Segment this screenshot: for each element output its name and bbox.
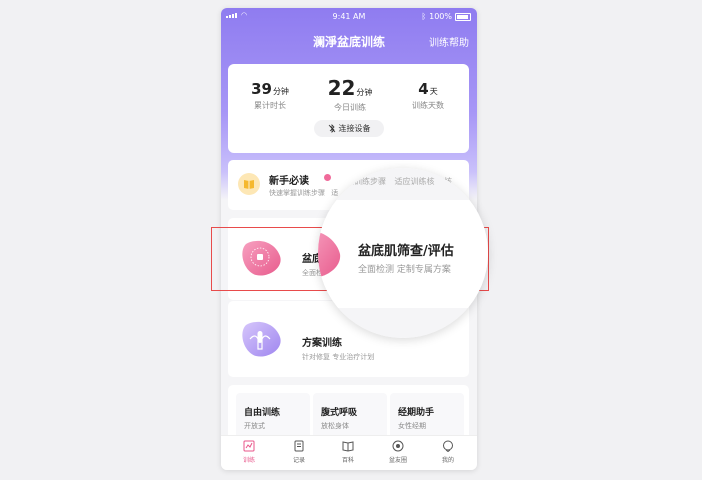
magnifier-background: 握训练步骤 适应训练核 [318,168,488,200]
battery-icon [455,12,471,21]
stat-unit: 分钟 [356,88,373,97]
guide-title: 新手必读 [269,176,309,187]
connect-device-label: 连接设备 [338,124,371,133]
help-link[interactable]: 训练帮助 [429,34,469,49]
status-bar: ◠ 9:41 AM ᛒ 100% [221,12,477,24]
book-icon [238,173,260,195]
stat-value: 4 [418,80,429,98]
tab-bar: 训练 记录 百科 盆友圈 我的 [221,435,477,470]
battery-percent: 100% [429,12,452,21]
tab-community[interactable]: 盆友圈 [378,440,418,464]
stats-card: 39分钟 累计时长 22分钟 今日训练 4天 训练天数 连接设备 [228,64,469,153]
bluetooth-off-icon [328,124,335,133]
plan-desc: 针对修复 专业治疗计划 [302,353,375,361]
stat-unit: 天 [429,87,438,96]
stat-label: 训练天数 [412,101,444,110]
mini-card-sub: 开放式 [244,422,265,430]
mini-card-title: 自由训练 [244,408,281,418]
stat-value: 39 [251,80,272,98]
tab-label: 训练 [242,457,255,464]
tab-encyclopedia[interactable]: 百科 [328,440,368,464]
plan-training-icon [242,321,281,357]
guide-subtitle-text: 快速掌握训练步骤 [269,189,325,197]
chart-icon [243,440,255,452]
tab-records[interactable]: 记录 [279,440,319,464]
compass-icon [392,440,404,452]
magnified-assessment-title: 盆底肌筛查/评估 [358,244,454,259]
stat-total-time: 39分钟 累计时长 [248,80,292,111]
stat-label: 累计时长 [254,101,286,110]
mini-card-sub: 放松身体 [321,422,349,430]
stat-days: 4天 训练天数 [406,80,450,111]
tab-profile[interactable]: 我的 [428,440,468,464]
open-book-icon [342,441,354,452]
stat-label: 今日训练 [334,103,366,112]
magnified-guide-tags: 握训练步骤 适应训练核 [346,176,435,187]
stat-unit: 分钟 [272,87,289,96]
connect-device-button[interactable]: 连接设备 [314,120,384,137]
stat-value: 22 [327,76,356,100]
magnifier-background-bottom [318,308,488,338]
magnified-assessment-desc: 全面检测 定制专属方案 [358,265,451,275]
magnified-assessment-icon [318,232,341,278]
nav-bar: 澜淨盆底训练 训练帮助 [221,33,477,51]
tab-label: 百科 [341,457,354,464]
magnified-guide-tag: 握训练步骤 [346,177,386,186]
magnified-guide-tag: 适应训练核 [394,177,435,186]
mini-card-sub: 女性经期 [398,422,426,430]
zoom-magnifier: 握训练步骤 适应训练核 盆底肌筛查/评估 全面检测 定制专属方案 [318,168,488,338]
tab-label: 盆友圈 [388,457,407,464]
tab-label: 我的 [441,457,454,464]
stat-today: 22分钟 今日训练 [326,76,374,113]
tab-training[interactable]: 训练 [229,440,269,464]
tab-label: 记录 [292,457,305,464]
chat-bubble-icon [443,440,453,452]
document-icon [294,440,304,452]
bluetooth-icon: ᛒ [421,12,427,21]
mini-card-title: 经期助手 [398,408,435,418]
mini-card-title: 腹式呼吸 [321,408,358,418]
